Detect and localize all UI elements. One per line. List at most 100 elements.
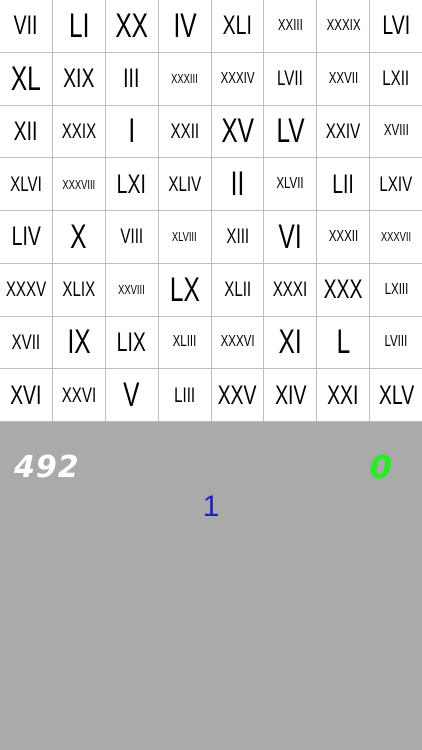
grid-cell[interactable]: XXXVIII [52, 158, 105, 210]
timer-display: 492 [14, 450, 80, 485]
roman-numeral: L [336, 323, 350, 362]
grid-cell[interactable]: XXXIV [211, 52, 264, 105]
grid-cell[interactable]: X [52, 211, 105, 263]
grid-cell[interactable]: XI [264, 316, 317, 369]
roman-numeral: XX [115, 6, 149, 45]
grid-cell[interactable]: L [317, 316, 370, 369]
roman-numeral: LV [276, 112, 305, 151]
grid-cell[interactable]: XXXIX [317, 0, 370, 52]
grid-cell[interactable]: VIII [105, 211, 158, 263]
grid-cell[interactable]: II [211, 158, 264, 210]
grid-cell[interactable]: LI [52, 0, 105, 52]
grid-cell[interactable]: VI [264, 211, 317, 263]
roman-numeral: XLIV [168, 172, 201, 196]
roman-numeral: XLII [223, 278, 251, 302]
grid-cell[interactable]: XXI [317, 369, 370, 421]
grid-cell[interactable]: I [105, 105, 158, 158]
roman-numeral: IV [172, 6, 197, 45]
status-panel: 492 0 1 [0, 422, 422, 750]
grid-cell[interactable]: XLIV [158, 158, 211, 210]
grid-cell[interactable]: LV [264, 105, 317, 158]
grid-cell[interactable]: III [105, 52, 158, 105]
grid-cell[interactable]: XXX [317, 263, 370, 316]
roman-numeral: XXXIV [220, 69, 255, 87]
roman-numeral: LVII [277, 67, 304, 91]
grid-cell[interactable]: XLIII [158, 316, 211, 369]
grid-cell[interactable]: XXXIII [158, 52, 211, 105]
roman-numeral: XXXVI [220, 333, 255, 351]
roman-numeral: XXIX [61, 119, 97, 143]
roman-numeral: XXXIX [326, 16, 361, 34]
grid-cell[interactable]: XXXVI [211, 316, 264, 369]
grid-cell[interactable]: XLVII [264, 158, 317, 210]
roman-numeral: XXII [170, 119, 199, 143]
grid-cell[interactable]: XLVIII [158, 211, 211, 263]
grid-cell[interactable]: XLV [370, 369, 422, 421]
grid-cell[interactable]: LVII [264, 52, 317, 105]
grid-cell[interactable]: XIII [211, 211, 264, 263]
roman-numeral: LXIII [384, 280, 408, 298]
roman-numeral: LXII [382, 67, 410, 91]
roman-numeral: XLI [222, 10, 253, 41]
grid-cell[interactable]: LXI [105, 158, 158, 210]
grid-cell[interactable]: LXIV [370, 158, 422, 210]
roman-numeral: II [230, 165, 245, 204]
grid-cell[interactable]: LVI [370, 0, 422, 52]
grid-cell[interactable]: IX [52, 316, 105, 369]
grid-cell[interactable]: LXII [370, 52, 422, 105]
roman-numeral: XIII [226, 225, 249, 249]
grid-cell[interactable]: XVII [0, 316, 52, 369]
grid-cell[interactable]: XXIX [52, 105, 105, 158]
grid-cell[interactable]: XV [211, 105, 264, 158]
grid-cell[interactable]: LIII [158, 369, 211, 421]
target-number: 1 [202, 490, 220, 523]
grid-cell[interactable]: XLVI [0, 158, 52, 210]
grid-cell[interactable]: XVIII [370, 105, 422, 158]
grid-cell[interactable]: XIV [264, 369, 317, 421]
roman-numeral: LXI [117, 168, 147, 199]
grid-cell[interactable]: XXVII [317, 52, 370, 105]
roman-numeral: XLIII [172, 333, 197, 351]
roman-numeral: XLIX [62, 278, 96, 302]
roman-numeral: VII [14, 10, 38, 41]
roman-numeral: XXX [323, 274, 363, 305]
grid-cell[interactable]: XX [105, 0, 158, 52]
roman-numeral: XLVII [276, 175, 304, 193]
roman-numeral: XI [278, 323, 302, 362]
roman-numeral: XXI [327, 379, 359, 410]
grid-cell[interactable]: LX [158, 263, 211, 316]
grid-cell[interactable]: LIV [0, 211, 52, 263]
roman-numeral: LIX [117, 326, 147, 357]
roman-numeral: XXXVIII [62, 176, 96, 192]
grid-cell[interactable]: XVI [0, 369, 52, 421]
grid-cell[interactable]: XXXI [264, 263, 317, 316]
roman-numeral: V [123, 376, 140, 415]
grid-cell[interactable]: XXXII [317, 211, 370, 263]
grid-cell[interactable]: XXVIII [105, 263, 158, 316]
grid-cell[interactable]: XLIX [52, 263, 105, 316]
grid-cell[interactable]: XLII [211, 263, 264, 316]
grid-cell[interactable]: LXIII [370, 263, 422, 316]
grid-cell[interactable]: XXVI [52, 369, 105, 421]
roman-numeral: VI [278, 217, 302, 256]
grid-cell[interactable]: XLI [211, 0, 264, 52]
grid-cell[interactable]: XXV [211, 369, 264, 421]
roman-numeral: LVI [382, 10, 410, 41]
grid-cell[interactable]: XXII [158, 105, 211, 158]
roman-numeral: XXVI [61, 383, 97, 407]
grid-cell[interactable]: XL [0, 52, 52, 105]
grid-cell[interactable]: LIX [105, 316, 158, 369]
grid-cell[interactable]: LVIII [370, 316, 422, 369]
grid-cell[interactable]: LII [317, 158, 370, 210]
grid-cell[interactable]: XII [0, 105, 52, 158]
grid-cell[interactable]: V [105, 369, 158, 421]
score-display: 0 [369, 448, 392, 486]
grid-cell[interactable]: IV [158, 0, 211, 52]
grid-cell[interactable]: XXIV [317, 105, 370, 158]
grid-cell[interactable]: XXXVII [370, 211, 422, 263]
grid-cell[interactable]: XIX [52, 52, 105, 105]
roman-numeral: LVIII [384, 333, 408, 351]
grid-cell[interactable]: XXIII [264, 0, 317, 52]
grid-cell[interactable]: XXXV [0, 263, 52, 316]
grid-cell[interactable]: VII [0, 0, 52, 52]
